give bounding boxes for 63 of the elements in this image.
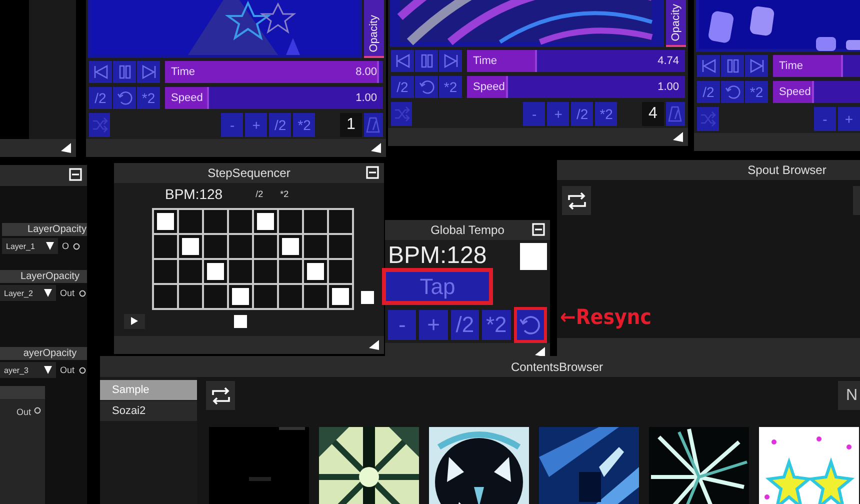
node-title: LayerOpacity	[20, 271, 80, 282]
slider-label: Time	[171, 66, 196, 78]
beat-button[interactable]: +	[245, 113, 268, 137]
slider-value: 1.00	[356, 92, 377, 104]
beat-button[interactable]: -	[814, 107, 836, 131]
tempo-button[interactable]: *2	[482, 310, 511, 340]
speed-button[interactable]: /2	[391, 76, 414, 98]
slider-label: Time	[473, 55, 498, 67]
beat-button[interactable]: -	[523, 102, 546, 126]
window-title: Global Tempo	[430, 223, 504, 237]
speed-button[interactable]: *2	[745, 81, 768, 103]
slider-label: Speed	[779, 86, 811, 98]
tempo-button[interactable]: -	[388, 310, 416, 340]
speed-button[interactable]: *2	[439, 76, 462, 98]
layer-dropdown[interactable]: Layer_1	[2, 238, 58, 254]
opacity-tab[interactable]: Opacity	[666, 0, 686, 47]
rate-button[interactable]: *2	[280, 189, 289, 199]
bpm-readout: BPM:128	[165, 186, 223, 202]
node-title: ayerOpacity	[23, 348, 77, 359]
window-title: Spout Browser	[748, 163, 826, 177]
speed-slider[interactable]: Speed	[773, 81, 860, 103]
speed-slider[interactable]: Speed 1.00	[467, 76, 685, 98]
speed-slider[interactable]: Speed 1.00	[165, 87, 383, 109]
speed-button[interactable]: /2	[89, 87, 112, 109]
window-title: StepSequencer	[208, 166, 290, 180]
beat-button[interactable]: +	[547, 102, 570, 126]
output-label: O	[62, 241, 70, 251]
node-title: LayerOpacity	[28, 224, 86, 235]
rate-button[interactable]: /2	[256, 189, 264, 199]
folder-item[interactable]: Sozai2	[100, 401, 197, 421]
slider-value: 8.00	[356, 66, 377, 78]
time-slider[interactable]: Time 4.74	[467, 50, 685, 72]
beat-count: 4	[642, 102, 664, 126]
slider-label: Speed	[171, 92, 203, 104]
slider-value: 1.00	[658, 81, 679, 93]
beat-button[interactable]: /2	[571, 102, 594, 126]
output-label: Out	[16, 407, 31, 417]
folder-item[interactable]: Sample	[100, 380, 197, 400]
output-label: Out	[60, 288, 75, 298]
window-title: ContentsBrowser	[510, 360, 604, 374]
beat-count: 1	[340, 113, 362, 137]
annotation-label: ←Resync	[560, 305, 652, 329]
speed-button[interactable]: *2	[137, 87, 160, 109]
layer-dropdown[interactable]: ayer_3	[0, 362, 56, 378]
beat-button[interactable]: *2	[293, 113, 316, 137]
tempo-button[interactable]: +	[419, 310, 448, 340]
toolbar-button[interactable]: N	[838, 381, 860, 410]
slider-label: Time	[779, 60, 804, 72]
speed-button[interactable]: /2	[697, 81, 720, 103]
time-slider[interactable]: Time 8.00	[165, 61, 383, 83]
beat-button[interactable]: /2	[269, 113, 292, 137]
layer-dropdown[interactable]: Layer_2	[0, 285, 56, 301]
opacity-tab[interactable]: Opacity	[364, 0, 384, 58]
bpm-readout: BPM:128	[388, 242, 487, 270]
beat-button[interactable]: +	[838, 107, 860, 131]
output-label: Out	[60, 365, 75, 375]
tap-button[interactable]: Tap	[382, 268, 493, 305]
beat-button[interactable]: -	[221, 113, 244, 137]
slider-label: Speed	[473, 81, 505, 93]
slider-value: 4.74	[658, 55, 679, 67]
beat-button[interactable]: *2	[595, 102, 618, 126]
tempo-button[interactable]: /2	[450, 310, 480, 340]
time-slider[interactable]: Time	[773, 55, 860, 77]
